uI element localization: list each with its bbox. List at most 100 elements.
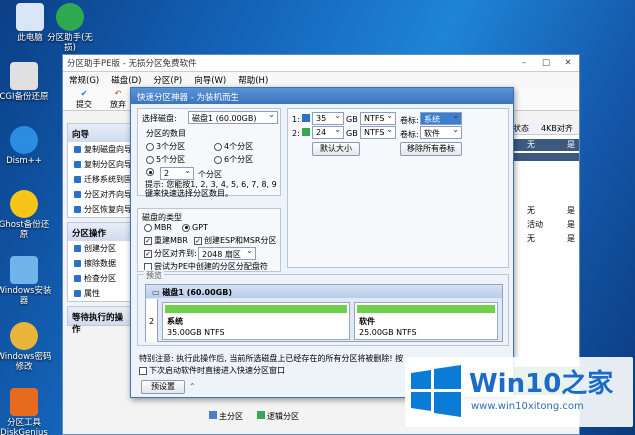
table-header: 状态 4KB对齐 [511,123,579,135]
sidebar-item-migrate-os[interactable]: 迁移系统到固态 [68,172,132,187]
sidebar-item-create[interactable]: 创建分区 [68,241,132,256]
wipe-icon [74,260,81,267]
table-row[interactable]: 无是 [511,233,579,245]
menu-bar: 常规(G) 磁盘(D) 分区(P) 向导(W) 帮助(H) [63,72,579,87]
minimize-button[interactable]: – [513,58,535,68]
desktop-icon-ghost[interactable]: Ghost备份还原 [0,190,52,240]
disk-type-label: 磁盘的类型 [142,213,182,222]
disk-type-group: 磁盘的类型 MBR GPT ✓ 重建MBR ✓ 创建ESP和MSR分区 ✓ 分区对齐到… [137,208,281,272]
partition-2-fs-dropdown[interactable]: NTFS [360,126,396,139]
radio-3-partitions[interactable]: 3个分区 [146,141,185,152]
wizard-section-title: 向导 [68,124,132,142]
computer-icon [16,3,44,31]
wizard-section: 向导 复制磁盘向导 复制分区向导 迁移系统到固态 分区对齐向导 分区恢复向导 [67,123,133,218]
sidebar-item-recovery[interactable]: 分区恢复向导 [68,202,132,217]
partition-block-system[interactable]: 系统 35.00GB NTFS [162,302,350,340]
disk-preview-header: ▭ 磁盘1 (60.00GB) [146,285,502,298]
partition-1-size-input[interactable]: 35 [312,112,344,125]
desktop-icon-dism[interactable]: Dism++ [0,126,52,166]
table-row[interactable]: 无是 [511,205,579,217]
create-partition-icon [74,245,81,252]
menu-general[interactable]: 常规(G) [69,74,99,86]
win10-watermark: Win10之家 www.win10xitong.com [405,357,633,427]
startup-quick-partition-checkbox[interactable]: 下次启动软件时直接进入快速分区窗口 [139,365,285,376]
partition-1-icon [302,114,310,122]
watermark-title: Win10之家 [469,369,614,399]
menu-wizard[interactable]: 向导(W) [194,74,226,86]
create-esp-msr-checkbox[interactable]: ✓ 创建ESP和MSR分区 [194,235,277,246]
close-button[interactable]: ✕ [557,58,579,68]
align-icon [74,191,81,198]
menu-partition[interactable]: 分区(P) [153,74,182,86]
desktop-icon-partition-assistant[interactable]: 分区助手(无损) [42,3,98,53]
quick-partition-dialog: 快速分区神器 - 为装机而生 选择磁盘: 磁盘1 (60.00GB) 分区的数目… [130,87,514,398]
radio-mbr[interactable]: MBR [144,223,172,232]
preview-label: 预览 [144,270,164,281]
desktop-icon-label: 分区助手(无损) [47,33,93,53]
custom-count-suffix: 个分区 [198,170,222,179]
diskgenius-icon [10,388,38,416]
hint-text: 提示: 您能按1, 2, 3, 4, 5, 6, 7, 8, 9键来快速选择分区… [145,180,277,198]
column-status[interactable]: 状态 [513,123,529,134]
sidebar-item-properties[interactable]: 属性 [68,286,132,301]
commit-button[interactable]: ✔ 提交 [71,89,97,109]
partition-2-volume-dropdown[interactable]: 软件 [420,126,462,139]
desktop-icon-password[interactable]: Windows密码修改 [0,322,52,372]
column-4k-align[interactable]: 4KB对齐 [541,123,573,134]
remove-labels-button[interactable]: 移除所有卷标 [400,142,462,156]
partition-count-label: 分区的数目 [146,129,186,138]
radio-custom-partitions[interactable] [146,168,154,176]
table-row[interactable]: 无是 [511,139,579,151]
menu-help[interactable]: 帮助(H) [238,74,268,86]
partition-1-unit: GB [346,115,358,124]
partition-1-fs-dropdown[interactable]: NTFS [360,112,396,125]
align-checkbox[interactable]: ✓ 分区对齐到: [144,248,197,259]
key-icon [10,322,38,350]
watermark-url: www.win10xitong.com [471,401,584,412]
sidebar-item-copy-partition[interactable]: 复制分区向导 [68,157,132,172]
default-size-button[interactable]: 默认大小 [312,142,360,156]
desktop-icon-label: Dism++ [6,156,42,166]
radio-5-partitions[interactable]: 5个分区 [146,154,185,165]
custom-count-dropdown[interactable]: 2 [160,167,194,180]
partition-block-software[interactable]: 软件 25.00GB NTFS [354,302,498,340]
sidebar-item-copy-disk[interactable]: 复制磁盘向导 [68,142,132,157]
desktop-icon-diskgenius[interactable]: 分区工具DiskGenius [0,388,52,435]
table-row[interactable]: 活动是 [511,219,579,231]
sidebar-item-check[interactable]: 检查分区 [68,271,132,286]
disk-preview: ▭ 磁盘1 (60.00GB) 2 系统 35.00GB NTFS 软件 25.… [145,284,503,342]
sidebar-item-align[interactable]: 分区对齐向导 [68,187,132,202]
select-disk-dropdown[interactable]: 磁盘1 (60.00GB) [188,111,278,124]
rebuild-mbr-checkbox[interactable]: ✓ 重建MBR [144,235,188,246]
copy-partition-icon [74,161,81,168]
operations-section-title: 分区操作 [68,223,132,241]
sidebar-item-wipe[interactable]: 擦除数据 [68,256,132,271]
ghost-icon [10,190,38,218]
menu-disk[interactable]: 磁盘(D) [111,74,141,86]
partition-2-size-input[interactable]: 24 [312,126,344,139]
sidebar: 向导 复制磁盘向导 复制分区向导 迁移系统到固态 分区对齐向导 分区恢复向导 分… [67,123,133,431]
radio-gpt[interactable]: GPT [182,223,208,232]
radio-4-partitions[interactable]: 4个分区 [214,141,253,152]
align-sectors-dropdown[interactable]: 2048 扇区 [198,247,256,260]
partition-1-volume-dropdown[interactable]: 系统 [420,112,462,125]
recovery-icon [74,206,81,213]
desktop-icon-cgi[interactable]: CGI备份还原 [0,62,52,102]
maximize-button[interactable]: □ [535,58,557,68]
desktop-icon-installer[interactable]: Windows安装器 [0,256,52,306]
installer-icon [10,256,38,284]
partition-1-number: 1: [292,115,300,124]
partition-2-volume-label: 卷标: [400,130,419,139]
expand-icon[interactable]: ⌃ [189,382,196,391]
preset-button[interactable]: 预设置 [141,380,185,394]
partition-2-number: 2: [292,129,300,138]
discard-button[interactable]: ↶ 放弃 [105,89,131,109]
radio-6-partitions[interactable]: 6个分区 [214,154,253,165]
partition-2-unit: GB [346,129,358,138]
table-row-selected-tail [511,153,579,161]
legend-logical: 逻辑分区 [257,411,299,422]
disk-icon: ▭ [152,288,163,297]
desktop-icon-label: Windows密码修改 [0,352,52,372]
copy-disk-icon [74,146,81,153]
partition-1-volume-label: 卷标: [400,116,419,125]
